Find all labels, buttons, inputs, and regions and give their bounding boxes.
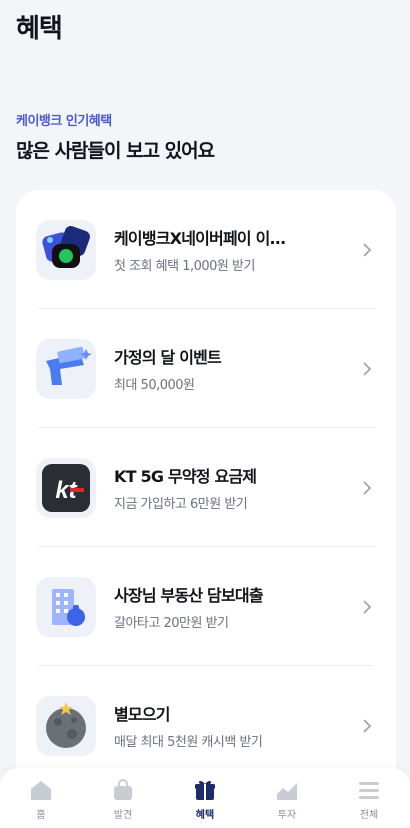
item-subtitle: 갈아타고 20만원 받기 (114, 616, 229, 631)
item-texts: 가정의 달 이벤트 최대 50,000원 (114, 344, 346, 393)
section-title: 많은 사람들이 보고 있어요 (16, 140, 215, 162)
item-subtitle: 첫 조회 혜택 1,000원 받기 (114, 259, 255, 274)
home-icon (31, 781, 51, 800)
chart-icon (277, 783, 297, 800)
benefit-item-real-estate-loan[interactable]: 사장님 부동산 담보대출 갈아타고 20만원 받기 (16, 547, 396, 666)
gift-icon (195, 780, 215, 800)
item-subtitle: 지금 가입하고 6만원 받기 (114, 497, 248, 512)
moon-icon (36, 696, 96, 756)
item-texts: 사장님 부동산 담보대출 갈아타고 20만원 받기 (114, 582, 346, 631)
item-title: 별모으기 (114, 705, 170, 724)
kt-logo-icon: kt (36, 458, 96, 518)
item-texts: KT 5G 무약정 요금제 지금 가입하고 6만원 받기 (114, 463, 346, 512)
tab-all[interactable]: 전체 (328, 778, 410, 821)
tab-label: 홈 (36, 810, 46, 821)
chevron-right-icon (363, 718, 372, 733)
item-subtitle: 매달 최대 5천원 캐시백 받기 (114, 735, 263, 750)
benefit-item-kbank-naverpay[interactable]: 케이뱅크X네이버페이 이... 첫 조회 혜택 1,000원 받기 (16, 190, 396, 309)
tab-discover[interactable]: 발견 (82, 778, 164, 821)
tab-label: 혜택 (195, 810, 215, 821)
item-title: KT 5G 무약정 요금제 (114, 467, 257, 486)
chevron-right-icon (363, 361, 372, 376)
tab-label: 전체 (359, 810, 379, 821)
bottom-tab-bar: 홈 발견 혜택 투자 전체 (0, 768, 410, 828)
page-title: 혜택 (16, 14, 63, 44)
item-texts: 케이뱅크X네이버페이 이... 첫 조회 혜택 1,000원 받기 (114, 225, 346, 274)
chevron-right-icon (363, 242, 372, 257)
item-title: 사장님 부동산 담보대출 (114, 586, 264, 605)
item-subtitle: 최대 50,000원 (114, 378, 195, 393)
bag-icon (114, 779, 132, 800)
benefit-item-kt-5g[interactable]: kt KT 5G 무약정 요금제 지금 가입하고 6만원 받기 (16, 428, 396, 547)
money-gun-icon (36, 339, 96, 399)
item-title: 가정의 달 이벤트 (114, 348, 222, 367)
tab-home[interactable]: 홈 (0, 778, 82, 821)
tab-label: 발견 (113, 810, 133, 821)
chevron-right-icon (363, 480, 372, 495)
item-title: 케이뱅크X네이버페이 이... (114, 229, 286, 248)
item-texts: 별모으기 매달 최대 5천원 캐시백 받기 (114, 701, 346, 750)
benefit-item-family-month[interactable]: 가정의 달 이벤트 최대 50,000원 (16, 309, 396, 428)
tab-benefits[interactable]: 혜택 (164, 778, 246, 821)
building-icon (36, 577, 96, 637)
menu-icon (359, 782, 379, 799)
tab-invest[interactable]: 투자 (246, 778, 328, 821)
header: 혜택 (16, 8, 63, 45)
benefits-card: 케이뱅크X네이버페이 이... 첫 조회 혜택 1,000원 받기 가정의 달 … (16, 190, 396, 790)
tab-label: 투자 (277, 810, 297, 821)
kbank-naverpay-icon (36, 220, 96, 280)
chevron-right-icon (363, 599, 372, 614)
section-eyebrow: 케이뱅크 인기혜택 (16, 114, 112, 129)
